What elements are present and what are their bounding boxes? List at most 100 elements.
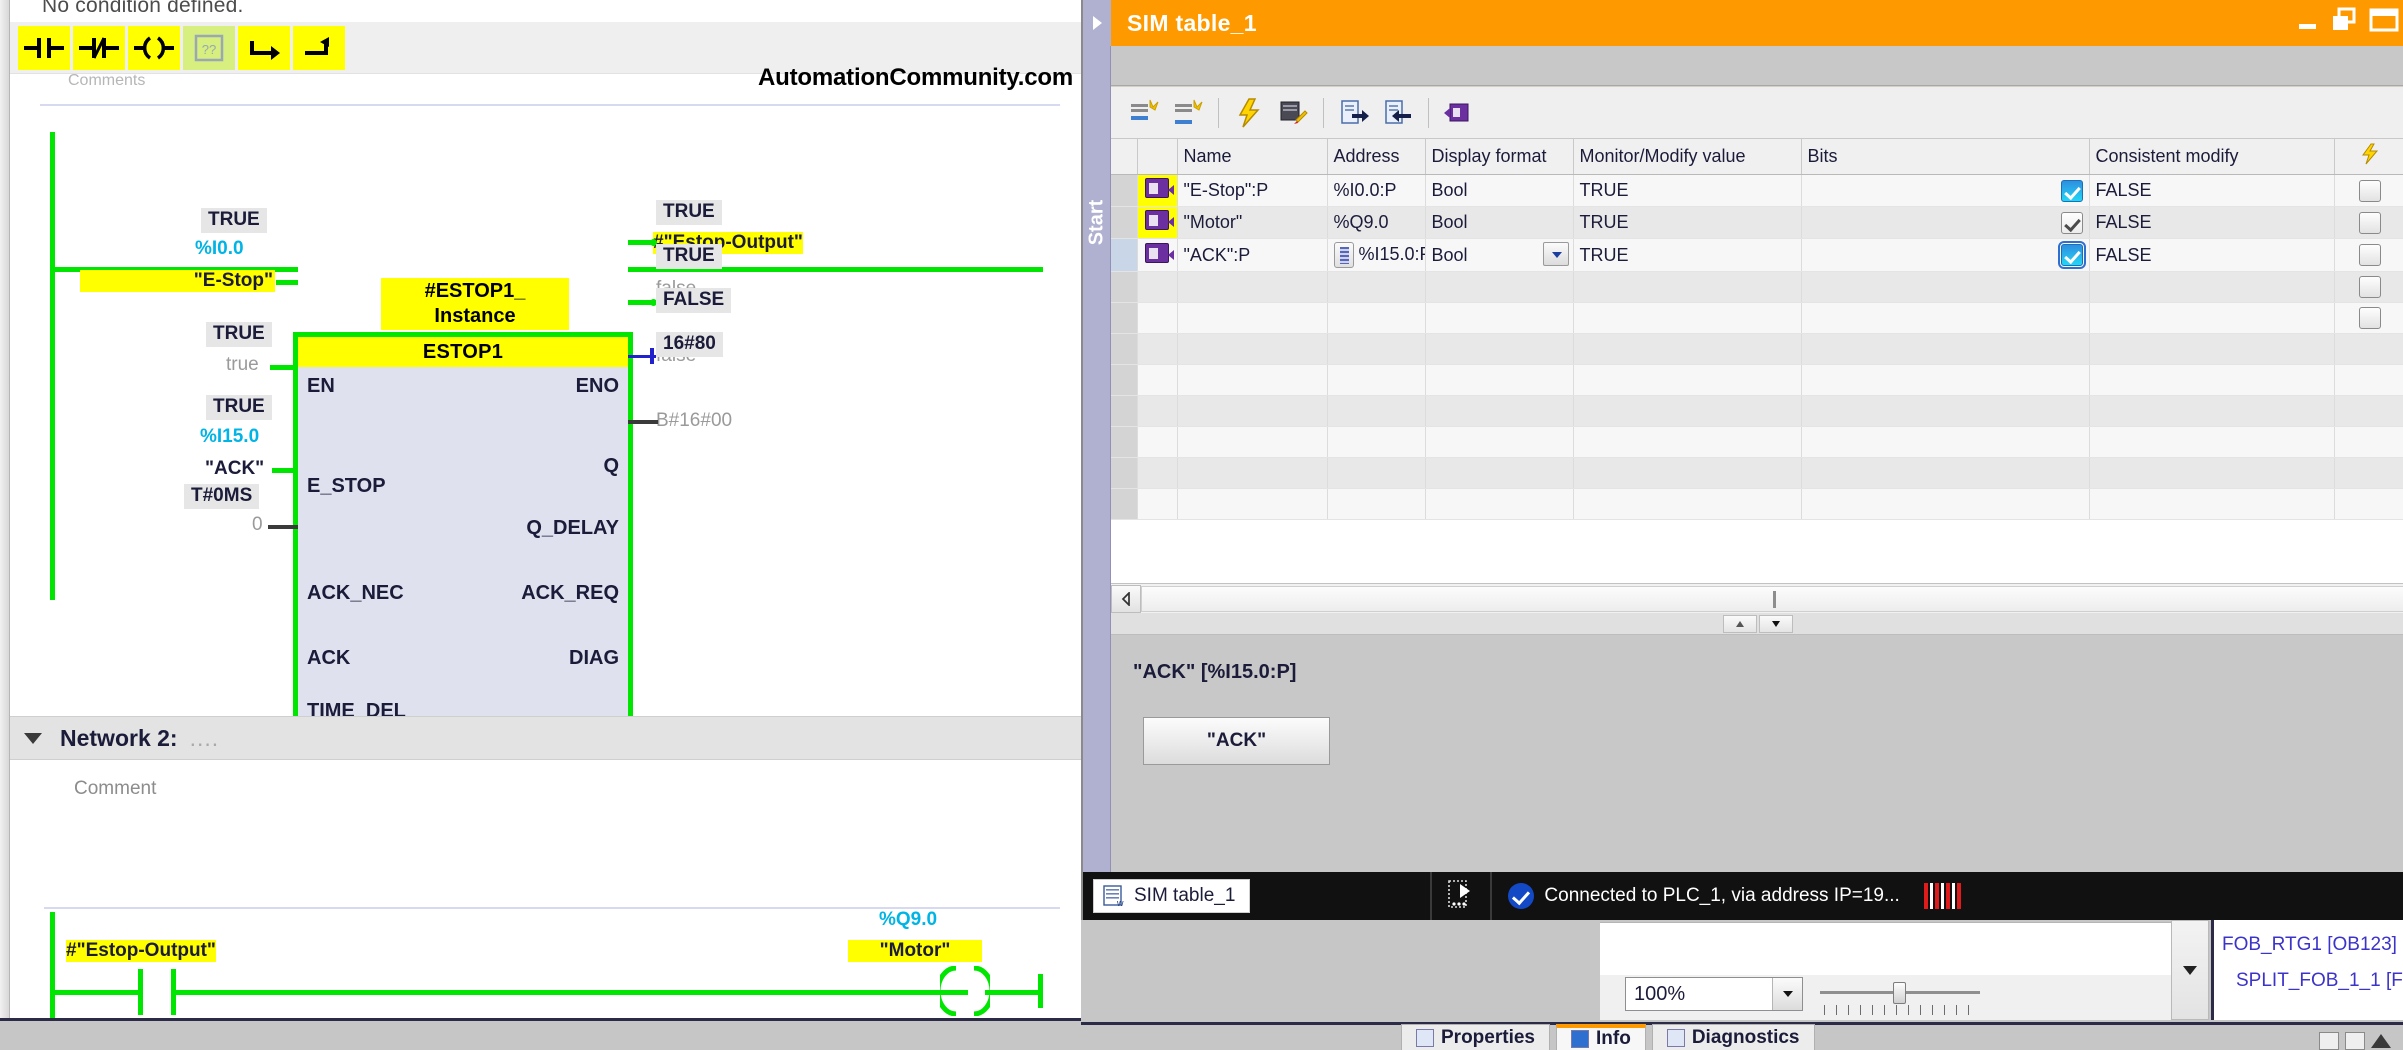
empty-cell[interactable] xyxy=(1111,365,1137,396)
cell-modify-flag[interactable] xyxy=(2334,239,2403,272)
modify-all-icon[interactable] xyxy=(1228,92,1270,134)
empty-cell[interactable] xyxy=(1137,427,1177,458)
empty-cell[interactable] xyxy=(1801,334,2089,365)
empty-cell[interactable] xyxy=(1177,396,1327,427)
input-operand-e-stop[interactable]: "E-Stop" xyxy=(80,270,275,292)
empty-cell[interactable] xyxy=(1327,303,1425,334)
normally-open-contact-icon[interactable] xyxy=(18,26,70,70)
col-value[interactable]: Monitor/Modify value xyxy=(1573,139,1801,175)
address-picker-button[interactable] xyxy=(1334,242,1354,268)
table-row-empty[interactable] xyxy=(1111,303,2403,334)
empty-cell[interactable] xyxy=(1573,396,1801,427)
col-consistent-modify[interactable]: Consistent modify xyxy=(2089,139,2334,175)
col-modify-flag[interactable] xyxy=(2334,139,2403,175)
empty-cell[interactable] xyxy=(1327,334,1425,365)
empty-cell[interactable] xyxy=(1177,489,1327,520)
empty-cell[interactable] xyxy=(1327,396,1425,427)
tag-table-icon[interactable] xyxy=(1438,92,1480,134)
minimize-button[interactable] xyxy=(2295,7,2321,38)
scroll-thumb-grip[interactable] xyxy=(1773,591,1776,608)
empty-cell[interactable] xyxy=(1327,489,1425,520)
empty-cell[interactable] xyxy=(1327,458,1425,489)
splitter-up-button[interactable] xyxy=(1723,615,1757,633)
insert-row-above-icon[interactable] xyxy=(1123,92,1165,134)
load-project-tags-icon[interactable] xyxy=(1333,92,1375,134)
empty-cell[interactable] xyxy=(1177,458,1327,489)
cell-consistent-modify[interactable]: FALSE xyxy=(2089,207,2334,239)
empty-box-icon[interactable]: ?? xyxy=(183,26,235,70)
vertical-scroll-down-button[interactable] xyxy=(2171,920,2209,1020)
estop1-function-block[interactable]: ESTOP1 EN E_STOP ACK_NEC ACK TIME_DEL EN… xyxy=(293,332,633,736)
scroll-track[interactable] xyxy=(1141,586,2403,612)
empty-cell[interactable] xyxy=(1801,458,2089,489)
tree-item-split-fob-1-1[interactable]: SPLIT_FOB_1_1 [FC3 xyxy=(2236,970,2403,992)
tab-properties[interactable]: Properties xyxy=(1401,1024,1550,1050)
empty-cell[interactable] xyxy=(1111,334,1137,365)
empty-cell[interactable] xyxy=(2334,272,2403,303)
empty-cell[interactable] xyxy=(1573,365,1801,396)
cell-address[interactable]: %I15.0:P xyxy=(1327,239,1425,272)
network2-contact-operand[interactable]: #"Estop-Output" xyxy=(66,940,216,962)
network2-header[interactable]: Network 2: .... xyxy=(10,716,1081,760)
empty-cell[interactable] xyxy=(1111,458,1137,489)
ack-toggle-button[interactable]: "ACK" xyxy=(1143,717,1330,765)
modify-flag-checkbox[interactable] xyxy=(2359,180,2381,202)
tree-item-fob-rtg1[interactable]: FOB_RTG1 [OB123] xyxy=(2222,934,2397,956)
cell-bits[interactable] xyxy=(1801,175,2089,207)
minimize-pane-button[interactable] xyxy=(2345,1032,2365,1050)
empty-cell[interactable] xyxy=(2089,427,2334,458)
cell-address[interactable]: %Q9.0 xyxy=(1327,207,1425,239)
empty-cell[interactable] xyxy=(1177,272,1327,303)
empty-cell[interactable] xyxy=(1137,458,1177,489)
empty-cell[interactable] xyxy=(1137,365,1177,396)
empty-cell[interactable] xyxy=(1573,458,1801,489)
empty-cell[interactable] xyxy=(1425,334,1573,365)
empty-cell[interactable] xyxy=(1801,489,2089,520)
tab-diagnostics[interactable]: Diagnostics xyxy=(1652,1024,1815,1050)
input-operand-time-del[interactable]: 0 xyxy=(252,514,263,536)
empty-cell[interactable] xyxy=(2334,334,2403,365)
modify-flag-checkbox[interactable] xyxy=(2359,212,2381,234)
format-dropdown-button[interactable] xyxy=(1543,242,1569,266)
table-row-empty[interactable] xyxy=(1111,365,2403,396)
empty-cell[interactable] xyxy=(1137,396,1177,427)
enable-modify-icon[interactable] xyxy=(1272,92,1314,134)
cell-consistent-modify[interactable]: FALSE xyxy=(2089,175,2334,207)
empty-cell[interactable] xyxy=(1801,365,2089,396)
empty-cell[interactable] xyxy=(1801,303,2089,334)
table-row-empty[interactable] xyxy=(1111,458,2403,489)
cell-consistent-modify[interactable]: FALSE xyxy=(2089,239,2334,272)
bit-checkbox[interactable] xyxy=(2061,244,2083,266)
empty-cell[interactable] xyxy=(1137,303,1177,334)
output-coil-icon[interactable] xyxy=(128,26,180,70)
empty-cell[interactable] xyxy=(1177,303,1327,334)
open-branch-icon[interactable] xyxy=(238,26,290,70)
empty-cell[interactable] xyxy=(1425,272,1573,303)
empty-cell[interactable] xyxy=(1137,272,1177,303)
cell-address[interactable]: %I0.0:P xyxy=(1327,175,1425,207)
expand-panel-icon[interactable] xyxy=(1083,0,1111,46)
collapse-triangle-icon[interactable] xyxy=(24,733,42,744)
empty-cell[interactable] xyxy=(2334,303,2403,334)
cell-modify-flag[interactable] xyxy=(2334,175,2403,207)
bit-checkbox[interactable] xyxy=(2061,180,2083,202)
status-sim-table-tab[interactable]: w SIM table_1 xyxy=(1093,879,1250,913)
empty-cell[interactable] xyxy=(1137,489,1177,520)
empty-cell[interactable] xyxy=(2334,396,2403,427)
modify-flag-checkbox[interactable] xyxy=(2359,276,2381,298)
cell-name[interactable]: "Motor" xyxy=(1177,207,1327,239)
input-operand-ack-nec[interactable]: true xyxy=(226,354,259,376)
empty-cell[interactable] xyxy=(2334,489,2403,520)
cell-monitor-modify-value[interactable]: TRUE xyxy=(1573,175,1801,207)
empty-cell[interactable] xyxy=(1425,458,1573,489)
col-format[interactable]: Display format xyxy=(1425,139,1573,175)
empty-cell[interactable] xyxy=(1573,334,1801,365)
col-bits[interactable]: Bits xyxy=(1801,139,2089,175)
normally-closed-contact-icon[interactable] xyxy=(73,26,125,70)
empty-cell[interactable] xyxy=(2089,303,2334,334)
table-row-empty[interactable] xyxy=(1111,427,2403,458)
empty-cell[interactable] xyxy=(1573,272,1801,303)
empty-cell[interactable] xyxy=(1177,334,1327,365)
maximize-button[interactable] xyxy=(2369,6,2399,39)
empty-cell[interactable] xyxy=(1111,489,1137,520)
